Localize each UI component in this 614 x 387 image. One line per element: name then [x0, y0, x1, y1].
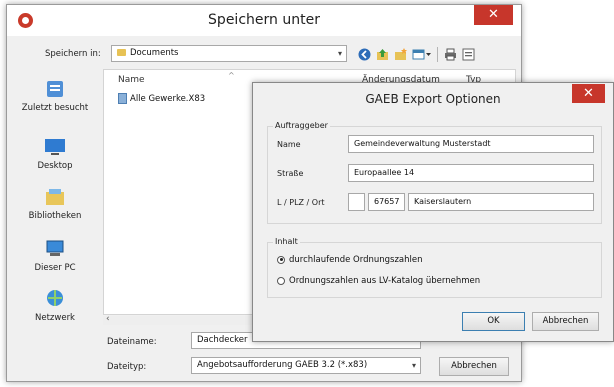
client-country-input[interactable]	[348, 193, 365, 211]
up-folder-icon[interactable]	[376, 48, 389, 61]
libraries-icon	[46, 189, 64, 205]
save-dialog-cancel-button[interactable]: Abbrechen	[439, 357, 509, 376]
ok-button[interactable]: OK	[462, 312, 525, 331]
place-label-desktop: Desktop	[37, 161, 73, 171]
radio-catalog-numbers[interactable]: Ordnungszahlen aus LV-Katalog übernehmen	[277, 276, 480, 286]
recent-places-icon	[47, 81, 63, 97]
client-city-input[interactable]: Kaiserslautern	[408, 193, 594, 211]
gaeb-cancel-button[interactable]: Abbrechen	[532, 312, 599, 331]
gaeb-dialog-close-button[interactable]: ✕	[572, 84, 605, 103]
filetype-value: Angebotsaufforderung GAEB 3.2 (*.x83)	[197, 360, 368, 370]
street-label: Straße	[277, 169, 304, 178]
place-label-recent: Zuletzt besucht	[21, 103, 89, 113]
place-recent[interactable]: Zuletzt besucht	[11, 79, 99, 113]
place-desktop[interactable]: Desktop	[11, 137, 99, 171]
content-group: Inhalt durchlaufende Ordnungszahlen Ordn…	[267, 237, 602, 298]
chevron-down-icon: ▾	[411, 361, 416, 370]
toolbar-divider	[437, 47, 438, 62]
radio-catalog-label: Ordnungszahlen aus LV-Katalog übernehmen	[289, 276, 481, 286]
print-icon[interactable]	[444, 48, 457, 61]
save-in-label: Speichern in:	[45, 49, 101, 59]
filetype-label: Dateityp:	[107, 362, 147, 372]
radio-continuous-numbers[interactable]: durchlaufende Ordnungszahlen	[277, 255, 423, 265]
filetype-select[interactable]: Angebotsaufforderung GAEB 3.2 (*.x83) ▾	[191, 357, 421, 374]
place-label-network: Netzwerk	[35, 313, 75, 323]
city-label: L / PLZ / Ort	[277, 198, 325, 207]
filename-label: Dateiname:	[107, 337, 157, 347]
places-bar: Zuletzt besucht Desktop Bibliotheken Die…	[11, 67, 99, 343]
name-label: Name	[277, 140, 301, 149]
save-in-combobox[interactable]: Documents ▾	[111, 45, 347, 62]
folder-icon	[117, 49, 126, 56]
new-folder-icon[interactable]	[394, 48, 407, 61]
gaeb-export-options-dialog: GAEB Export Optionen ✕ Auftraggeber Name…	[252, 82, 614, 342]
client-zip-input[interactable]: 67657	[368, 193, 405, 211]
client-name-input[interactable]: Gemeindeverwaltung Musterstadt	[348, 135, 594, 153]
place-libraries[interactable]: Bibliotheken	[11, 187, 99, 221]
file-name: Alle Gewerke.X83	[130, 94, 206, 104]
view-menu-icon[interactable]	[412, 48, 432, 61]
chevron-down-icon: ▾	[337, 49, 342, 58]
place-label-libraries: Bibliotheken	[28, 211, 82, 221]
content-group-label: Inhalt	[273, 237, 300, 246]
gaeb-dialog-title: GAEB Export Optionen	[365, 92, 501, 106]
place-this-pc[interactable]: Dieser PC	[11, 239, 99, 273]
computer-icon	[46, 240, 64, 256]
network-icon	[47, 290, 63, 306]
properties-icon[interactable]	[462, 48, 475, 61]
desktop-icon	[45, 139, 65, 155]
client-group-label: Auftraggeber	[273, 121, 330, 130]
place-label-this-pc: Dieser PC	[34, 263, 76, 273]
back-icon[interactable]	[358, 48, 371, 61]
sort-ascending-icon: ^	[228, 71, 235, 80]
save-dialog-title: Speichern unter	[208, 12, 320, 28]
scroll-left-icon[interactable]: ‹	[106, 314, 110, 324]
client-group: Auftraggeber Name Gemeindeverwaltung Mus…	[267, 121, 602, 224]
save-dialog-close-button[interactable]: ✕	[474, 5, 513, 25]
place-network[interactable]: Netzwerk	[11, 289, 99, 323]
radio-continuous-label: durchlaufende Ordnungszahlen	[289, 255, 423, 265]
radio-selected-icon	[277, 255, 285, 264]
gaeb-dialog-titlebar: GAEB Export Optionen ✕	[253, 83, 613, 114]
save-dialog-titlebar: Speichern unter ✕	[7, 5, 521, 36]
column-header-name[interactable]: Name	[118, 75, 145, 85]
radio-unselected-icon	[277, 276, 285, 285]
x83-file-icon	[118, 93, 127, 104]
client-street-input[interactable]: Europaallee 14	[348, 164, 594, 182]
save-in-value: Documents	[130, 48, 179, 58]
file-row[interactable]: Alle Gewerke.X83	[118, 93, 205, 104]
